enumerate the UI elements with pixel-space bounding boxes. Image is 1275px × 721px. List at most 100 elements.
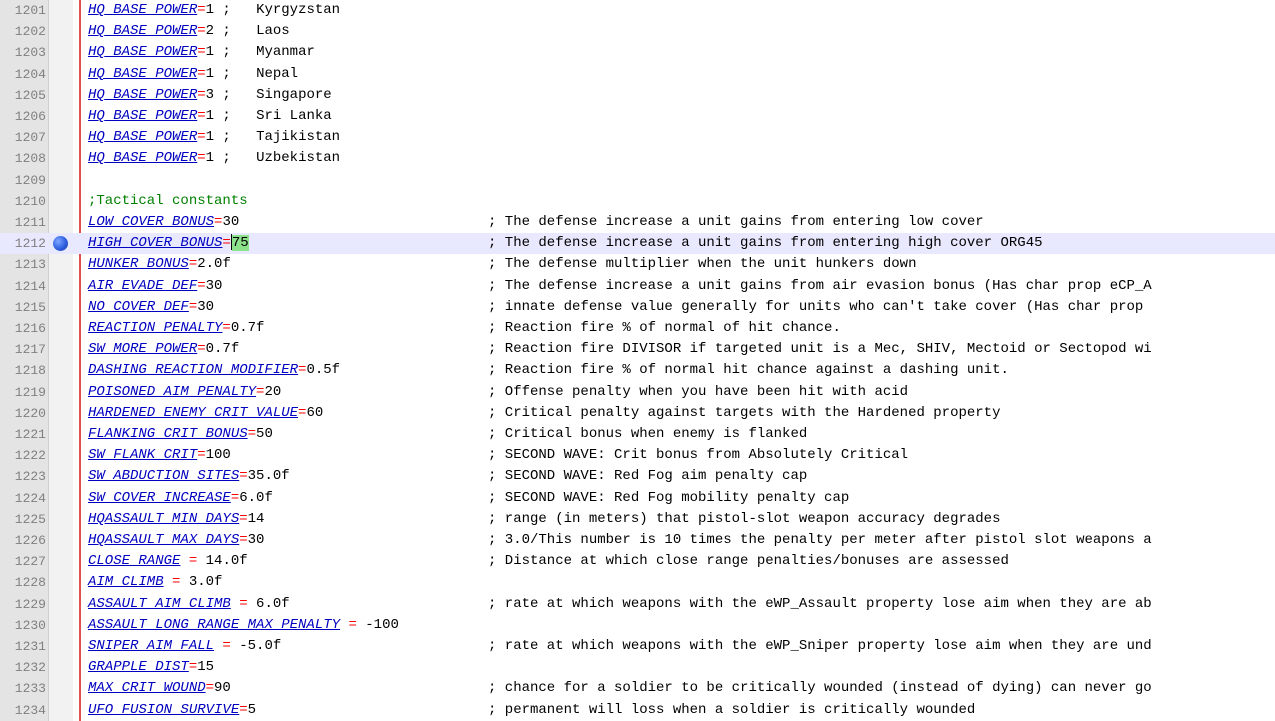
code-text[interactable]: SW_FLANK_CRIT=100 — [88, 445, 231, 466]
code-text[interactable]: SW_MORE_POWER=0.7f — [88, 339, 239, 360]
code-line[interactable]: 1209 — [0, 170, 1275, 191]
code-text[interactable]: POISONED_AIM_PENALTY=20 — [88, 382, 281, 403]
country-name: Laos — [256, 23, 290, 40]
config-value: -100 — [365, 616, 399, 633]
code-text[interactable]: GRAPPLE_DIST=15 — [88, 657, 214, 678]
inline-comment: ; SECOND WAVE: Red Fog mobility penalty … — [488, 489, 850, 506]
code-text[interactable]: HQ_BASE_POWER=1 ; Sri Lanka — [88, 106, 332, 127]
config-value: 6.0f — [256, 595, 290, 612]
code-line[interactable]: 1231 SNIPER_AIM_FALL = -5.0f ; rate at whi… — [0, 636, 1275, 657]
code-text[interactable]: HIGH_COVER_BONUS=75 — [88, 233, 249, 254]
code-line[interactable]: 1215 NO_COVER_DEF=30 ; innate defense valu… — [0, 297, 1275, 318]
code-text[interactable]: LOW_COVER_BONUS=30 — [88, 212, 239, 233]
code-text[interactable]: HQ_BASE_POWER=1 ; Myanmar — [88, 42, 315, 63]
config-value: 30 — [247, 532, 265, 548]
line-number: 1209 — [14, 172, 46, 188]
code-text[interactable]: HQASSAULT_MAX_DAYS=30 — [88, 530, 264, 551]
code-line[interactable]: 1214 AIR_EVADE_DEF=30 ; The defense increa… — [0, 276, 1275, 297]
code-text[interactable]: ;Tactical constants — [88, 191, 248, 212]
code-text[interactable]: HUNKER_BONUS=2.0f — [88, 254, 231, 275]
code-line[interactable]: 1216 REACTION_PENALTY=0.7f ; Reaction fire… — [0, 318, 1275, 339]
country-name: Uzbekistan — [256, 150, 341, 167]
code-editor[interactable]: 1201 HQ_BASE_POWER=1 ; Kyrgyzstan 1202 HQ_B… — [0, 0, 1275, 721]
code-text[interactable]: HQ_BASE_POWER=1 ; Kyrgyzstan — [88, 0, 340, 21]
code-line[interactable]: 1226 HQASSAULT_MAX_DAYS=30 ; 3.0/This numb… — [0, 530, 1275, 551]
code-text[interactable]: HQ_BASE_POWER=1 ; Nepal — [88, 64, 298, 85]
inline-comment: ; Distance at which close range penaltie… — [488, 553, 1009, 570]
code-line[interactable]: 1223 SW_ABDUCTION_SITES=35.0f ; SECOND WAV… — [0, 466, 1275, 487]
line-number: 1213 — [14, 257, 46, 273]
code-text[interactable]: HQASSAULT_MIN_DAYS=14 — [88, 509, 264, 530]
code-line[interactable]: 1213 HUNKER_BONUS=2.0f ; The defense multi… — [0, 254, 1275, 275]
code-text[interactable]: FLANKING_CRIT_BONUS=50 — [88, 424, 273, 445]
code-text[interactable]: HQ_BASE_POWER=3 ; Singapore — [88, 85, 332, 106]
code-text[interactable]: SW_ABDUCTION_SITES=35.0f — [88, 466, 290, 487]
config-value: 3.0f — [188, 574, 223, 591]
code-line[interactable]: 1201 HQ_BASE_POWER=1 ; Kyrgyzstan — [0, 0, 1275, 21]
code-text[interactable]: AIR_EVADE_DEF=30 — [88, 276, 222, 297]
comment-delimiter: ; — [214, 65, 231, 82]
code-text[interactable]: DASHING_REACTION_MODIFIER=0.5f — [88, 360, 340, 381]
code-text[interactable]: SW_COVER_INCREASE=6.0f — [88, 488, 273, 509]
code-line[interactable]: 1222 SW_FLANK_CRIT=100 ; SECOND WAVE: Crit… — [0, 445, 1275, 466]
code-line[interactable]: 1230 ASSAULT_LONG_RANGE_MAX_PENALTY = -10… — [0, 615, 1275, 636]
code-line[interactable]: 1232 GRAPPLE_DIST=15 — [0, 657, 1275, 678]
assignment-operator: = — [222, 320, 231, 336]
inline-comment: ; The defense multiplier when the unit h… — [488, 256, 917, 273]
code-line[interactable]: 1208 HQ_BASE_POWER=1 ; Uzbekistan — [0, 148, 1275, 169]
code-line[interactable]: 1219 POISONED_AIM_PENALTY=20 ; Offense pen… — [0, 382, 1275, 403]
code-line[interactable]: 1206 HQ_BASE_POWER=1 ; Sri Lanka — [0, 106, 1275, 127]
code-text[interactable]: MAX_CRIT_WOUND=90 — [88, 678, 231, 699]
line-number: 1226 — [14, 533, 46, 548]
code-line[interactable]: 1202 HQ_BASE_POWER=2 ; Laos — [0, 21, 1275, 42]
code-line[interactable]: 1229 ASSAULT_AIM_CLIMB = 6.0f ; rate at wh… — [0, 594, 1275, 615]
code-line[interactable]: 1224 SW_COVER_INCREASE=6.0f ; SECOND WAVE:… — [0, 488, 1275, 509]
code-line[interactable]: 1217 SW_MORE_POWER=0.7f ; Reaction fire DI… — [0, 339, 1275, 360]
assignment-operator: = — [205, 680, 215, 697]
config-value: 1 — [205, 129, 215, 146]
code-text[interactable]: AIM_CLIMB = 3.0f — [88, 572, 222, 593]
code-text[interactable]: HQ_BASE_POWER=1 ; Tajikistan — [88, 127, 340, 148]
code-line[interactable]: 1228 AIM_CLIMB = 3.0f — [0, 572, 1275, 593]
bookmark-icon[interactable] — [53, 236, 68, 252]
country-name: Kyrgyzstan — [256, 2, 341, 18]
code-text[interactable]: ASSAULT_AIM_CLIMB = 6.0f — [88, 594, 290, 615]
code-text[interactable]: HQ_BASE_POWER=2 ; Laos — [88, 21, 290, 42]
code-line[interactable]: 1207 HQ_BASE_POWER=1 ; Tajikistan — [0, 127, 1275, 148]
inline-comment: ; rate at which weapons with the eWP_Sni… — [488, 638, 1152, 654]
inline-comment: ; rate at which weapons with the eWP_Ass… — [488, 595, 1152, 612]
code-text[interactable]: HARDENED_ENEMY_CRIT_VALUE=60 — [88, 403, 323, 424]
config-value: -5.0f — [239, 638, 282, 654]
assignment-operator: = — [188, 256, 198, 273]
code-text[interactable]: HQ_BASE_POWER=1 ; Uzbekistan — [88, 148, 340, 169]
assignment-operator: = — [188, 659, 198, 676]
code-line[interactable]: 1227 CLOSE_RANGE = 14.0f ; Distance at whi… — [0, 551, 1275, 572]
code-text[interactable]: ASSAULT_LONG_RANGE_MAX_PENALTY = -100 — [88, 615, 399, 636]
code-text[interactable]: CLOSE_RANGE = 14.0f — [88, 551, 248, 572]
inline-comment: ; Critical bonus when enemy is flanked — [488, 426, 808, 442]
code-line[interactable]: 1210 ;Tactical constants — [0, 191, 1275, 212]
comment-delimiter: ; — [214, 150, 231, 167]
selected-value: 75 — [231, 235, 249, 252]
comment-delimiter: ; — [214, 23, 231, 40]
code-line[interactable]: 1204 HQ_BASE_POWER=1 ; Nepal — [0, 64, 1275, 85]
code-text[interactable]: NO_COVER_DEF=30 — [88, 297, 214, 318]
code-text[interactable]: REACTION_PENALTY=0.7f — [88, 318, 264, 339]
code-line[interactable]: 1234 UFO_FUSION_SURVIVE=5 ; permanent will… — [0, 700, 1275, 721]
code-line[interactable]: 1205 HQ_BASE_POWER=3 ; Singapore — [0, 85, 1275, 106]
code-text[interactable]: UFO_FUSION_SURVIVE=5 — [88, 700, 256, 721]
config-key: HQASSAULT_MIN_DAYS — [88, 510, 240, 527]
code-line[interactable]: 1225 HQASSAULT_MIN_DAYS=14 ; range (in met… — [0, 509, 1275, 530]
line-number: 1212 — [14, 236, 46, 252]
config-key: FLANKING_CRIT_BONUS — [88, 426, 248, 442]
code-line[interactable]: 1220 HARDENED_ENEMY_CRIT_VALUE=60 ; Critic… — [0, 403, 1275, 424]
line-number: 1229 — [14, 596, 46, 612]
code-line[interactable]: 1211 LOW_COVER_BONUS=30 ; The defense incr… — [0, 212, 1275, 233]
code-line[interactable]: 1218 DASHING_REACTION_MODIFIER=0.5f ; Reac… — [0, 360, 1275, 381]
code-line[interactable]: 1221 FLANKING_CRIT_BONUS=50 ; Critical bon… — [0, 424, 1275, 445]
code-line[interactable]: 1203 HQ_BASE_POWER=1 ; Myanmar — [0, 42, 1275, 63]
code-line[interactable]: 1233 MAX_CRIT_WOUND=90 ; chance for a sold… — [0, 678, 1275, 699]
code-text[interactable]: SNIPER_AIM_FALL = -5.0f — [88, 636, 281, 657]
code-line[interactable]: 1212 HIGH_COVER_BONUS=75 ; The defense inc… — [0, 233, 1275, 255]
config-value: 5 — [247, 701, 257, 718]
